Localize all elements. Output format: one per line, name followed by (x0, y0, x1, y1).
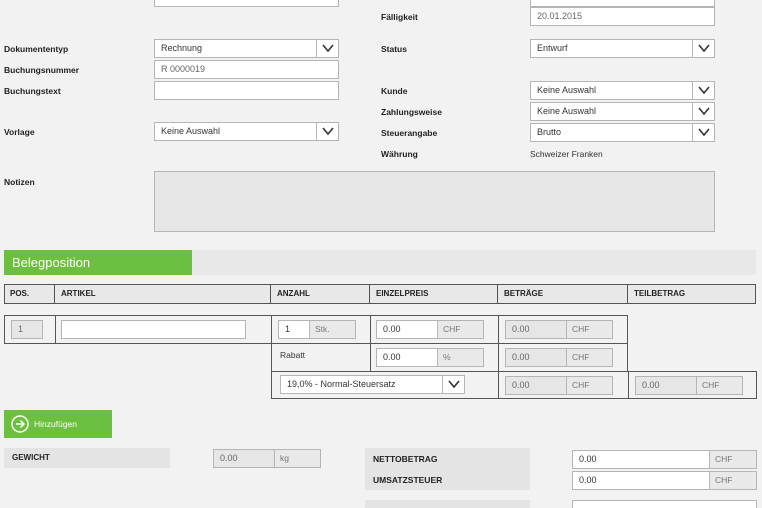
kunde-value: Keine Auswahl (537, 85, 597, 95)
dokumententyp-select[interactable]: Rechnung (154, 39, 339, 58)
steuer-betrag-value: 0.00 (512, 380, 530, 390)
belegposition-header: Belegposition (4, 250, 192, 275)
header-pos: POS. (4, 284, 55, 304)
nettobetrag-label: NETTOBETRAG (373, 454, 438, 464)
rabatt-betrag-value: 0.00 (512, 352, 530, 362)
faelligkeit-label: Fälligkeit (381, 12, 418, 22)
chevron-down-icon (442, 376, 464, 393)
zahlungsweise-select[interactable]: Keine Auswahl (530, 102, 715, 121)
divider-betraege (498, 315, 499, 399)
umsatzsteuer-field: 0.00 CHF (572, 471, 757, 490)
waehrung-label: Währung (381, 149, 418, 159)
notizen-textarea[interactable] (154, 171, 715, 232)
anzahl-unit: Stk. (309, 321, 355, 338)
nettobetrag-value: 0.00 (579, 454, 597, 464)
chevron-down-icon (692, 103, 714, 120)
steuerangabe-label: Steuerangabe (381, 128, 438, 138)
rabatt-field[interactable]: 0.00 % (376, 348, 484, 367)
anzahl-value: 1 (285, 324, 291, 334)
waehrung-value: Schweizer Franken (530, 149, 603, 159)
umsatzsteuer-value: 0.00 (579, 475, 597, 485)
gewicht-field: 0.00 kg (213, 449, 321, 468)
kunde-select[interactable]: Keine Auswahl (530, 81, 715, 100)
gewicht-unit: kg (274, 450, 320, 467)
status-label: Status (381, 44, 407, 54)
status-value: Entwurf (537, 43, 568, 53)
header-artikel: ARTIKEL (55, 284, 271, 304)
pos-field[interactable]: 1 (11, 320, 43, 339)
dokumententyp-value: Rechnung (161, 43, 203, 53)
steuerangabe-value: Brutto (537, 127, 562, 137)
buchungsnummer-field[interactable]: R 0000019 (154, 60, 339, 79)
steuersatz-value: 19,0% - Normal-Steuersatz (287, 379, 396, 389)
arrow-right-circle-icon (11, 415, 29, 433)
chevron-down-icon (316, 123, 338, 140)
steuerangabe-select[interactable]: Brutto (530, 123, 715, 142)
header-anzahl: ANZAHL (271, 284, 370, 304)
top-right-field-partial[interactable] (530, 0, 715, 7)
top-left-field-partial[interactable] (154, 0, 339, 7)
gewicht-value: 0.00 (220, 453, 238, 463)
divider-row (271, 343, 628, 344)
status-select[interactable]: Entwurf (530, 39, 715, 58)
vorlage-label: Vorlage (4, 127, 35, 137)
header-betraege: BETRÄGE (498, 284, 628, 304)
nettobetrag-unit: CHF (709, 451, 756, 468)
header-teilbetrag: TEILBETRAG (634, 289, 686, 298)
einzelpreis-field[interactable]: 0.00 CHF (376, 320, 484, 339)
rabatt-value: 0.00 (383, 352, 401, 362)
notizen-label: Notizen (4, 177, 35, 187)
vorlage-value: Keine Auswahl (161, 126, 221, 136)
summary-total-field-partial (572, 500, 757, 508)
umsatzsteuer-unit: CHF (709, 472, 756, 489)
artikel-input[interactable] (61, 320, 246, 339)
rabatt-betrag-field: 0.00 CHF (505, 348, 613, 367)
chevron-down-icon (692, 124, 714, 141)
buchungsnummer-label: Buchungsnummer (4, 65, 80, 75)
teilbetrag-value: 0.00 (642, 380, 660, 390)
betrag-field: 0.00 CHF (505, 320, 613, 339)
steuer-betrag-field: 0.00 CHF (505, 376, 613, 395)
chevron-down-icon (316, 40, 338, 57)
vorlage-select[interactable]: Keine Auswahl (154, 122, 339, 141)
betrag-value: 0.00 (512, 324, 530, 334)
einzelpreis-unit: CHF (437, 321, 483, 338)
teilbetrag-unit: CHF (696, 377, 742, 394)
rabatt-unit: % (437, 349, 483, 366)
add-position-button[interactable]: Hinzufügen (4, 410, 112, 438)
header-einzelpreis: EINZELPREIS (370, 284, 498, 304)
divider-teilbetrag (628, 371, 629, 399)
faelligkeit-field[interactable]: 20.01.2015 (530, 7, 715, 26)
dokumententyp-label: Dokumententyp (4, 44, 69, 54)
teilbetrag-field: 0.00 CHF (635, 376, 743, 395)
zahlungsweise-label: Zahlungsweise (381, 107, 442, 117)
zahlungsweise-value: Keine Auswahl (537, 106, 597, 116)
kunde-label: Kunde (381, 86, 408, 96)
rabatt-label: Rabatt (280, 350, 306, 360)
steuer-betrag-unit: CHF (566, 377, 612, 394)
umsatzsteuer-label: UMSATZSTEUER (373, 475, 443, 485)
anzahl-field[interactable]: 1 Stk. (278, 320, 356, 339)
nettobetrag-field: 0.00 CHF (572, 450, 757, 469)
buchungstext-field[interactable] (154, 81, 339, 100)
chevron-down-icon (692, 82, 714, 99)
rabatt-betrag-unit: CHF (566, 349, 612, 366)
summary-total-label-partial (365, 500, 530, 508)
chevron-down-icon (692, 40, 714, 57)
buchungstext-label: Buchungstext (4, 86, 61, 96)
einzelpreis-value: 0.00 (383, 324, 401, 334)
add-position-label: Hinzufügen (34, 419, 78, 429)
gewicht-label: GEWICHT (4, 448, 170, 468)
steuersatz-select[interactable]: 19,0% - Normal-Steuersatz (280, 375, 465, 394)
betrag-unit: CHF (566, 321, 612, 338)
